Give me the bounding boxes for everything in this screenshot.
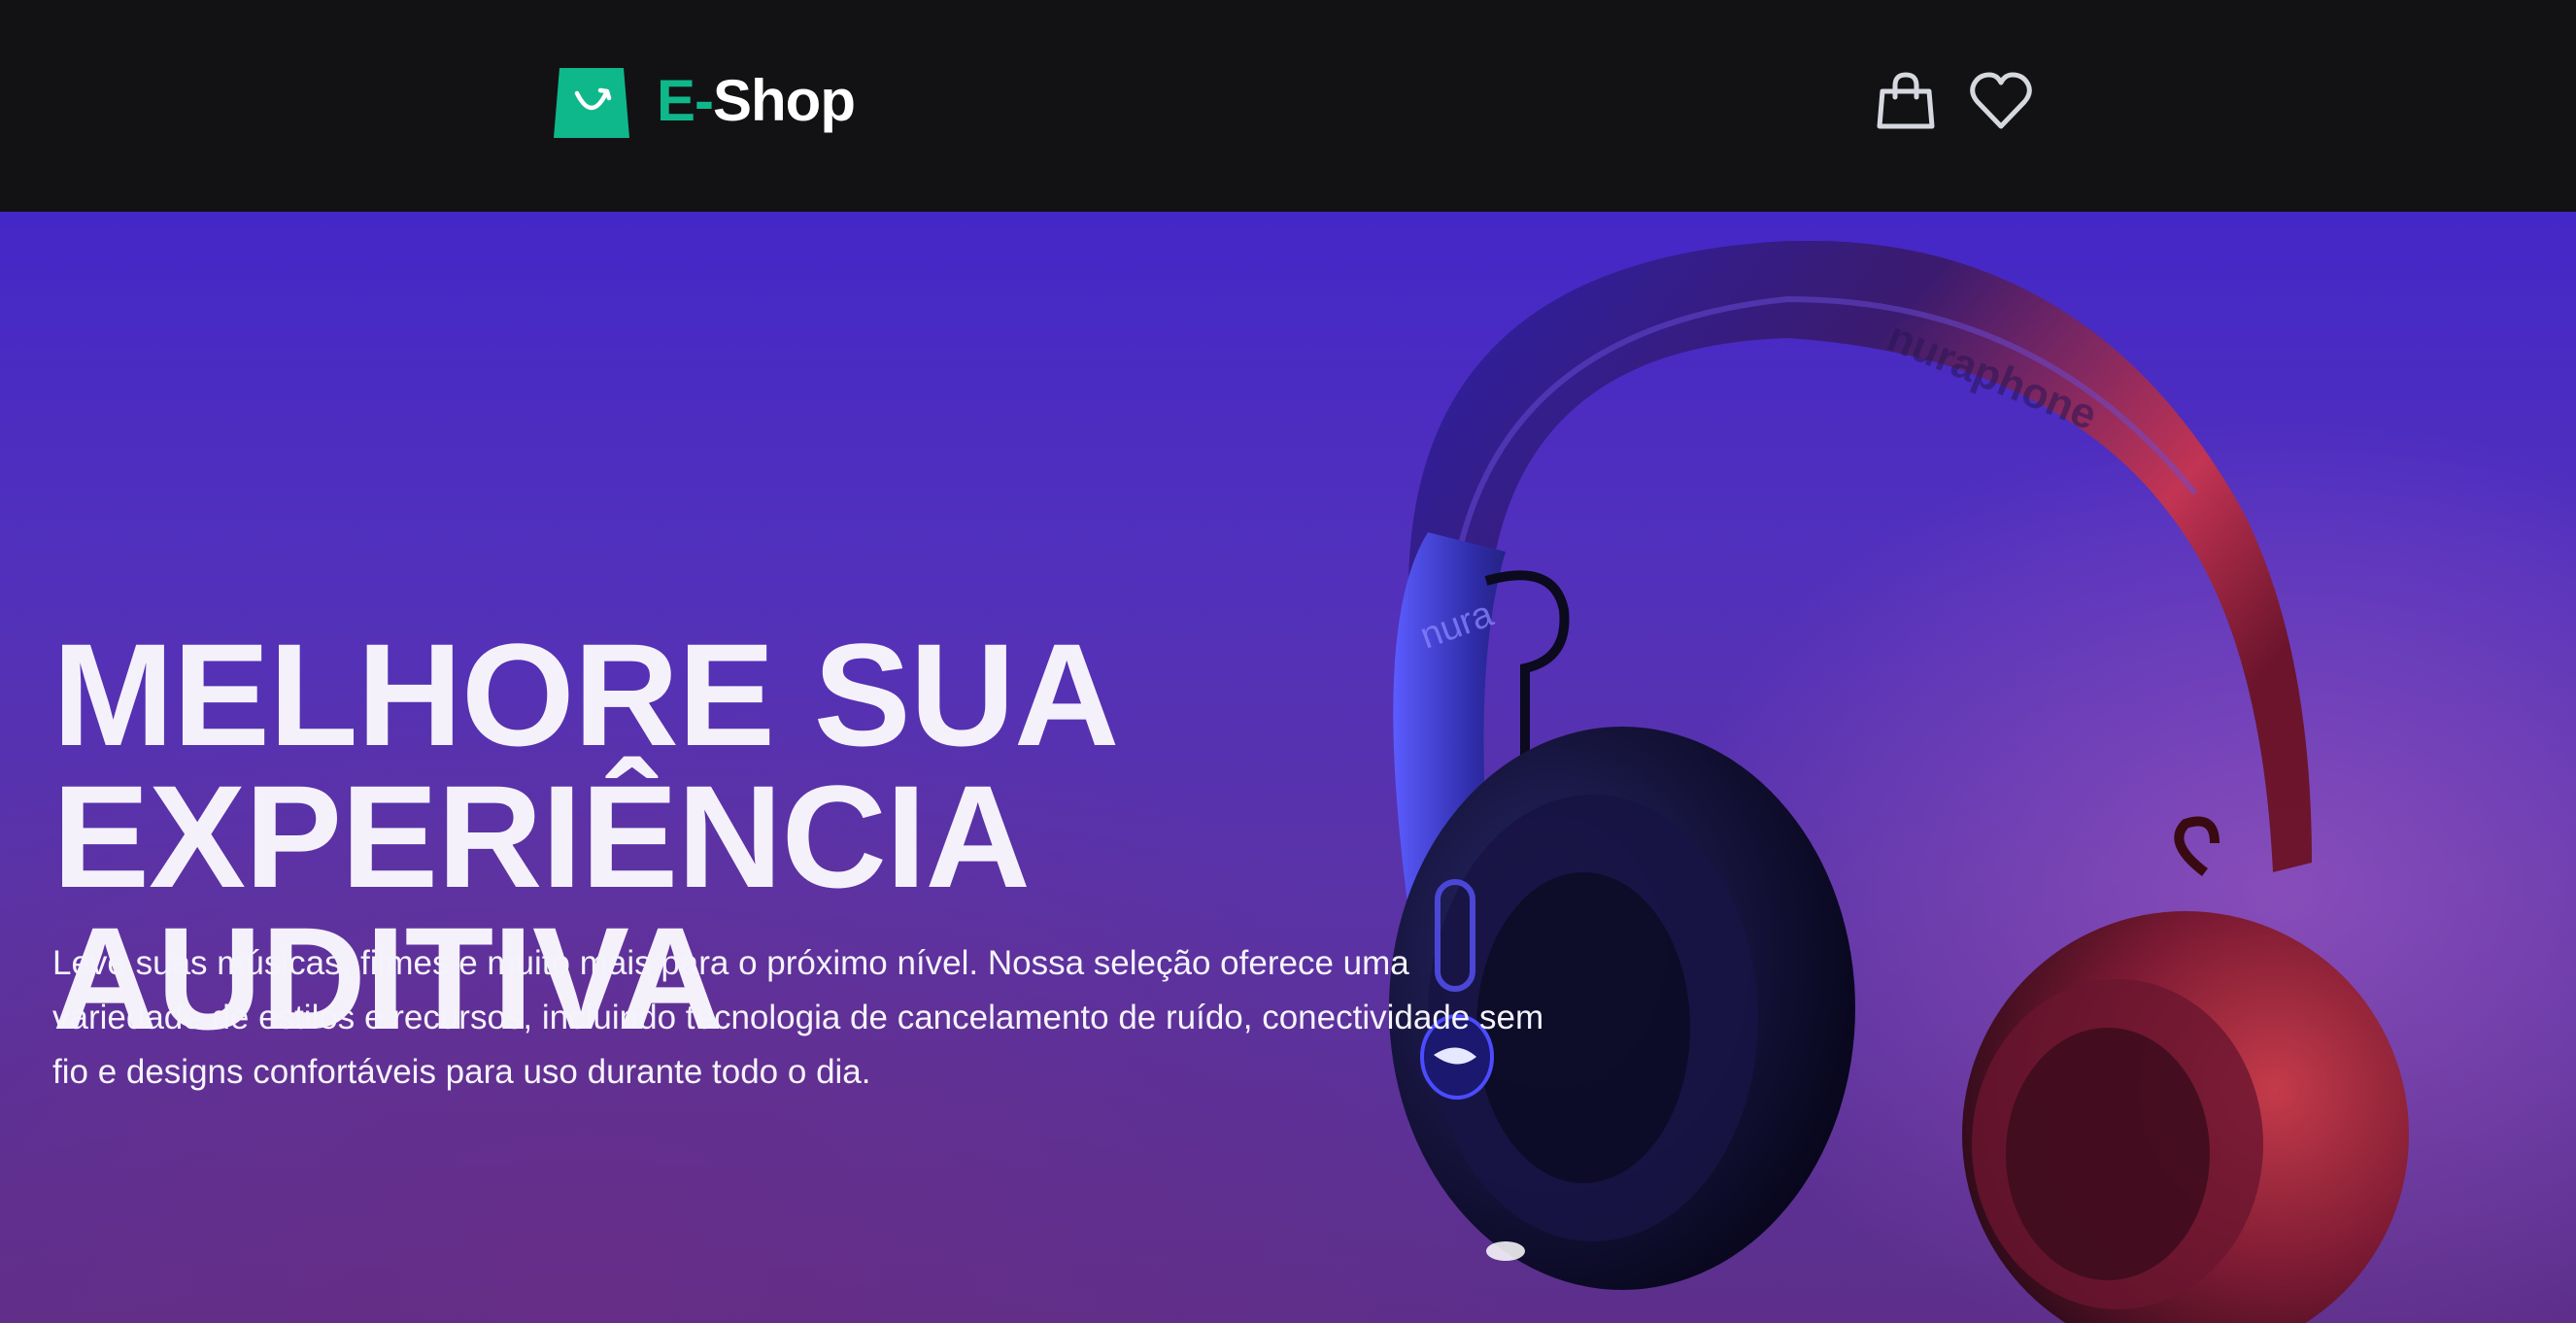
logo-text-accent: E- — [657, 68, 714, 133]
heart-icon — [1970, 72, 2032, 129]
logo-text-rest: Shop — [713, 68, 856, 133]
hero-banner: nuraphone nura MELHORE SUA EXPERIÊNCIA A… — [0, 212, 2576, 1323]
logo-text: E-Shop — [657, 72, 856, 130]
cart-button[interactable] — [1873, 68, 1939, 134]
hero-title-line-1: MELHORE SUA EXPERIÊNCIA — [52, 613, 1114, 918]
shopping-bag-logo-icon — [554, 68, 629, 138]
eshop-logo-link[interactable]: E-Shop — [554, 64, 856, 138]
wishlist-button[interactable] — [1968, 68, 2034, 134]
header-actions — [1873, 68, 2034, 134]
shopping-bag-icon — [1877, 72, 1935, 129]
hero-description: Leve suas músicas, filmes e muito mais p… — [52, 944, 1544, 1091]
top-navigation-bar: E-Shop — [0, 0, 2576, 212]
